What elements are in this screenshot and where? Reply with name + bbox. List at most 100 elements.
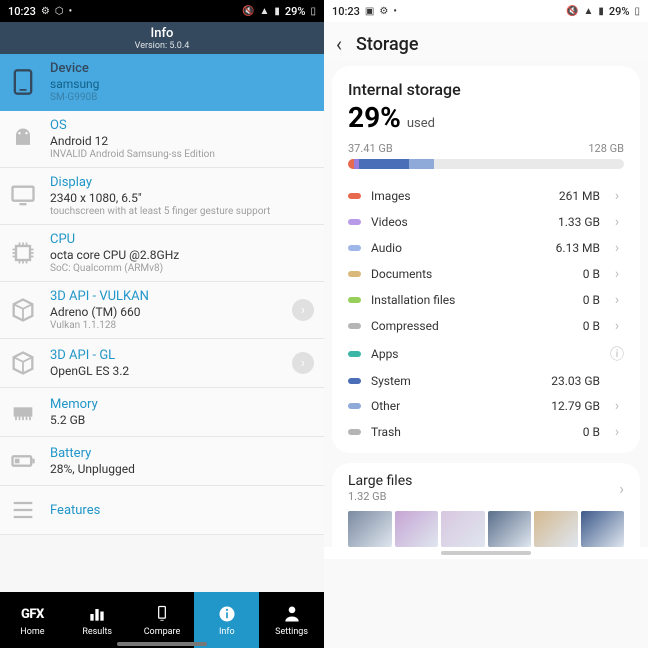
row-title: OS bbox=[50, 118, 314, 133]
category-apps[interactable]: Apps ⓘ bbox=[348, 339, 624, 369]
nav-home[interactable]: GFXHome bbox=[0, 592, 65, 648]
category-value: 0 B bbox=[548, 267, 600, 281]
total-gb: 128 GB bbox=[588, 142, 624, 155]
nav-settings[interactable]: Settings bbox=[259, 592, 324, 648]
category-dot bbox=[348, 297, 361, 303]
info-row-device[interactable]: DevicesamsungSM-G990B bbox=[0, 54, 324, 111]
gesture-bar-wrap bbox=[324, 547, 648, 559]
row-title: 3D API - GL bbox=[50, 348, 282, 363]
row-title: Battery bbox=[50, 446, 314, 461]
category-name: Apps bbox=[371, 347, 538, 361]
cube-icon bbox=[6, 293, 40, 327]
thumbnail[interactable] bbox=[348, 511, 392, 547]
gesture-bar bbox=[441, 551, 531, 555]
chevron-right-icon: › bbox=[610, 266, 624, 282]
category-name: Installation files bbox=[371, 293, 538, 307]
row-line2: SoC: Qualcomm (ARMv8) bbox=[50, 263, 314, 274]
large-files-card[interactable]: Large files 1.32 GB › bbox=[332, 463, 640, 547]
category-other[interactable]: Other12.79 GB› bbox=[348, 393, 624, 419]
list-icon bbox=[6, 493, 40, 527]
category-list: Images261 MB›Videos1.33 GB› Audio 6.13 MB ›… bbox=[348, 183, 624, 445]
thumbnail[interactable] bbox=[441, 511, 485, 547]
usage-segment bbox=[359, 159, 409, 169]
category-system: System23.03 GB bbox=[348, 369, 624, 393]
category-value: 0 B bbox=[548, 425, 600, 439]
shield-icon: ⬡ bbox=[55, 6, 64, 17]
chevron-right-icon: › bbox=[610, 318, 624, 334]
thumbnail[interactable] bbox=[395, 511, 439, 547]
signal-icon: ▮ bbox=[598, 6, 604, 17]
info-row-os[interactable]: OSAndroid 12INVALID Android Samsung-ss E… bbox=[0, 111, 324, 168]
category-documents[interactable]: Documents 0 B › bbox=[348, 261, 624, 287]
row-line1: OpenGL ES 3.2 bbox=[50, 364, 282, 378]
cube-icon bbox=[6, 346, 40, 380]
category-name: Documents bbox=[371, 267, 538, 281]
category-compressed[interactable]: Compressed0 B› bbox=[348, 313, 624, 339]
category-installation-files[interactable]: Installation files0 B› bbox=[348, 287, 624, 313]
category-dot bbox=[348, 219, 361, 225]
mute-icon: 🔇 bbox=[242, 6, 254, 17]
wifi-icon: ▲ bbox=[583, 6, 593, 17]
category-dot bbox=[348, 351, 361, 357]
row-title: Features bbox=[50, 503, 314, 518]
nav-results[interactable]: Results bbox=[65, 592, 130, 648]
info-row-battery[interactable]: Battery28%, Unplugged bbox=[0, 437, 324, 486]
chevron-right-icon[interactable]: › bbox=[292, 299, 314, 321]
row-line1: samsung bbox=[50, 77, 314, 91]
status-time: 10:23 bbox=[332, 5, 360, 18]
thumbnail[interactable] bbox=[581, 511, 625, 547]
info-row-memory[interactable]: Memory5.2 GB bbox=[0, 388, 324, 437]
large-files-title: Large files bbox=[348, 473, 412, 489]
info-row-display[interactable]: Display2340 x 1080, 6.5"touchscreen with… bbox=[0, 168, 324, 225]
compare-icon bbox=[152, 604, 172, 624]
info-list: DevicesamsungSM-G990BOSAndroid 12INVALID… bbox=[0, 54, 324, 592]
wifi-icon: ▲ bbox=[259, 6, 269, 17]
usage-bar bbox=[348, 159, 624, 169]
row-line2: Vulkan 1.1.128 bbox=[50, 320, 282, 331]
large-files-size: 1.32 GB bbox=[348, 490, 412, 503]
row-title: Memory bbox=[50, 397, 314, 412]
category-dot bbox=[348, 403, 361, 409]
info-header: Info Version: 5.0.4 bbox=[0, 22, 324, 54]
status-bar: 10:23 ▣ ⚙ • 🔇 ▲ ▮ 29% ▯ bbox=[324, 0, 648, 22]
category-dot bbox=[348, 323, 361, 329]
category-trash[interactable]: Trash0 B› bbox=[348, 419, 624, 445]
storage-header: ‹ Storage bbox=[324, 22, 648, 62]
chevron-right-icon: › bbox=[610, 292, 624, 308]
storage-screen: 10:23 ▣ ⚙ • 🔇 ▲ ▮ 29% ▯ ‹ Storage Intern… bbox=[324, 0, 648, 648]
used-label: used bbox=[407, 116, 435, 131]
thumbnail[interactable] bbox=[488, 511, 532, 547]
category-dot bbox=[348, 429, 361, 435]
bottom-nav: GFXHomeResultsCompareInfo Settings bbox=[0, 592, 324, 648]
dot-icon: • bbox=[393, 6, 397, 17]
info-icon[interactable]: ⓘ bbox=[610, 344, 624, 364]
category-videos[interactable]: Videos1.33 GB› bbox=[348, 209, 624, 235]
nav-info[interactable]: Info bbox=[194, 592, 259, 648]
category-audio[interactable]: Audio6.13 MB› bbox=[348, 235, 624, 261]
info-icon bbox=[217, 604, 237, 624]
category-name: Audio bbox=[371, 241, 538, 255]
row-line1: 28%, Unplugged bbox=[50, 462, 314, 476]
row-title: Display bbox=[50, 175, 314, 190]
signal-icon: ▮ bbox=[274, 6, 280, 17]
row-title: CPU bbox=[50, 232, 314, 247]
info-row-cpu[interactable]: CPUocta core CPU @2.8GHzSoC: Qualcomm (A… bbox=[0, 225, 324, 282]
thumbnail-strip bbox=[348, 511, 624, 547]
category-value: 6.13 MB bbox=[548, 241, 600, 255]
category-dot bbox=[348, 245, 361, 251]
row-line1: Adreno (TM) 660 bbox=[50, 305, 282, 319]
row-title: Device bbox=[50, 61, 314, 76]
chevron-right-icon: › bbox=[610, 424, 624, 440]
page-title: Storage bbox=[356, 34, 419, 55]
gear-icon: ⚙ bbox=[41, 6, 50, 17]
chevron-right-icon[interactable]: › bbox=[292, 352, 314, 374]
info-row-3d-api-vulkan[interactable]: 3D API - VULKANAdreno (TM) 660Vulkan 1.1… bbox=[0, 282, 324, 339]
info-row-3d-api-gl[interactable]: 3D API - GLOpenGL ES 3.2 › bbox=[0, 339, 324, 388]
nav-label: Settings bbox=[275, 627, 308, 637]
nav-compare[interactable]: Compare bbox=[130, 592, 195, 648]
back-button[interactable]: ‹ bbox=[336, 32, 342, 56]
status-battery: 29% bbox=[285, 5, 306, 18]
category-images[interactable]: Images261 MB› bbox=[348, 183, 624, 209]
thumbnail[interactable] bbox=[534, 511, 578, 547]
info-row-features[interactable]: Features bbox=[0, 486, 324, 535]
